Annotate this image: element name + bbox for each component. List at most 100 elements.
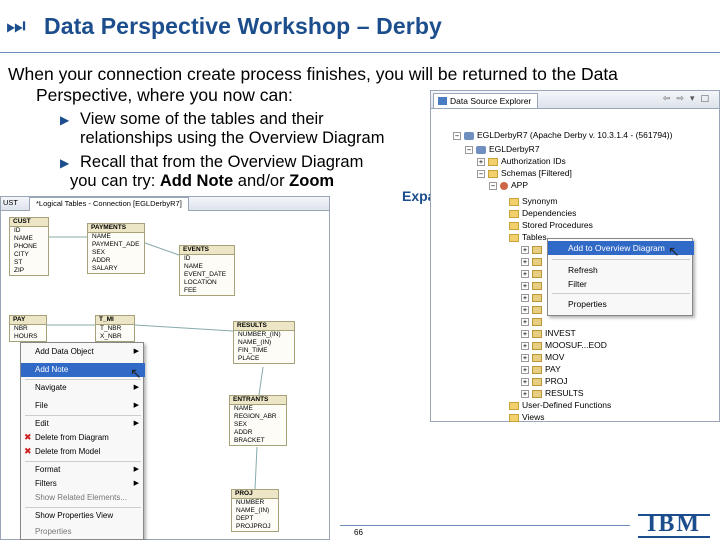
tree-label: EGLDerbyR7 (Apache Derby v. 10.3.1.4 - (… — [477, 130, 673, 140]
mouse-cursor-icon: ↖ — [130, 366, 142, 382]
expand-icon[interactable]: + — [521, 257, 529, 266]
menu-item-properties[interactable]: Properties — [21, 525, 145, 539]
table-row[interactable]: + — [521, 291, 545, 303]
menu-label: Navigate — [35, 383, 67, 392]
table-row[interactable]: + — [521, 315, 545, 327]
folder-icon — [509, 209, 519, 218]
folder-icon — [509, 221, 519, 230]
tree-item-tables[interactable]: Tables — [509, 231, 547, 243]
menu-item-format[interactable]: Format ▶ — [21, 463, 145, 477]
table-row-invest[interactable]: + INVEST — [521, 327, 576, 339]
zoom-emphasis: Zoom — [289, 172, 335, 190]
table-row-mov[interactable]: + MOV — [521, 351, 564, 363]
table-row[interactable]: + — [521, 279, 545, 291]
collapse-icon[interactable]: − — [489, 181, 497, 190]
folder-icon — [509, 401, 519, 410]
explorer-toolbar-icons[interactable]: ⇦⇨▾□ — [663, 94, 715, 104]
expand-icon[interactable]: + — [521, 245, 529, 254]
database-icon — [476, 145, 486, 154]
expand-icon[interactable]: + — [521, 305, 529, 314]
expand-icon[interactable]: + — [521, 281, 529, 290]
tree-item-auth-ids[interactable]: + Authorization IDs — [477, 155, 566, 167]
submenu-arrow-icon: ▶ — [133, 480, 139, 487]
expand-icon[interactable]: + — [521, 389, 529, 398]
tree-item-schemas[interactable]: − Schemas [Filtered] — [477, 167, 572, 179]
menu-label: Show Properties View — [35, 511, 114, 520]
tree-label: Synonym — [522, 196, 558, 206]
tab-data-source-explorer[interactable]: Data Source Explorer — [433, 93, 539, 108]
expand-icon[interactable]: + — [521, 269, 529, 278]
tree-item-views[interactable]: Views — [509, 411, 545, 423]
expand-icon[interactable]: + — [521, 317, 529, 326]
tab-label: Data Source Explorer — [450, 96, 532, 106]
menu-item-show-properties-view[interactable]: Show Properties View — [21, 509, 145, 523]
bullet-line: Recall that from the Overview Diagram — [80, 153, 364, 171]
table-row[interactable]: + — [521, 255, 545, 267]
expand-icon[interactable]: + — [521, 293, 529, 302]
menu-item-edit[interactable]: Edit ▶ — [21, 417, 145, 431]
page-number: 66 — [354, 528, 363, 537]
table-row[interactable]: + — [521, 267, 545, 279]
tree-item-stored-procedures[interactable]: Stored Procedures — [509, 219, 593, 231]
tree-item-dependencies[interactable]: Dependencies — [509, 207, 576, 219]
tree-label: Schemas [Filtered] — [501, 168, 572, 178]
title-bar: ⏭ Data Perspective Workshop – Derby — [0, 0, 720, 54]
collapse-icon[interactable]: − — [465, 145, 473, 154]
menu-item-delete-from-diagram[interactable]: ✖ Delete from Diagram — [21, 431, 145, 445]
table-row[interactable]: + — [521, 243, 545, 255]
tree-item-synonym[interactable]: Synonym — [509, 195, 557, 207]
bullet-line: View some of the tables and their — [80, 110, 324, 128]
database-icon — [464, 131, 474, 140]
menu-item-filter[interactable]: Filter — [548, 277, 694, 291]
table-icon — [532, 245, 542, 254]
table-row-results[interactable]: + RESULTS — [521, 387, 584, 399]
menu-separator — [552, 293, 690, 294]
expand-icon[interactable]: + — [521, 365, 529, 374]
tree-item-app[interactable]: − APP — [489, 179, 528, 191]
expand-icon[interactable]: + — [521, 353, 529, 362]
menu-item-file[interactable]: File ▶ — [21, 399, 145, 413]
table-row-proj[interactable]: + PROJ — [521, 375, 568, 387]
menu-label: Delete from Model — [35, 447, 101, 456]
menu-item-navigate[interactable]: Navigate ▶ — [21, 381, 145, 395]
explorer-header: Data Source Explorer ⇦⇨▾□ — [431, 91, 719, 109]
logo-text: IBM — [647, 511, 701, 537]
table-row-moosuf[interactable]: + MOOSUF...EOD — [521, 339, 607, 351]
tree-item-connection[interactable]: − EGLDerbyR7 (Apache Derby v. 10.3.1.4 - … — [453, 129, 672, 141]
bullet-view-tables: ▶ View some of the tables and their rela… — [60, 110, 420, 148]
table-row-pay[interactable]: + PAY — [521, 363, 561, 375]
expand-icon[interactable]: + — [521, 329, 529, 338]
menu-label: Edit — [35, 419, 49, 428]
menu-separator — [25, 507, 141, 508]
folder-icon — [509, 233, 519, 242]
table-icon — [532, 353, 542, 362]
menu-separator — [25, 461, 141, 462]
diagram-context-menu: Add Data Object ▶ Add Note Navigate ▶ File… — [20, 342, 145, 540]
table-row[interactable]: + — [521, 303, 545, 315]
menu-item-refresh[interactable]: Refresh — [548, 263, 694, 277]
menu-item-add-data-object[interactable]: Add Data Object ▶ — [21, 345, 145, 359]
collapse-icon[interactable]: − — [453, 131, 461, 140]
collapse-icon[interactable]: − — [477, 169, 485, 178]
tree-item-database[interactable]: − EGLDerbyR7 — [465, 143, 540, 155]
menu-item-add-note[interactable]: Add Note — [21, 363, 145, 377]
expand-icon[interactable]: + — [521, 377, 529, 386]
intro-line-1: When your connection create process fini… — [8, 64, 618, 84]
tree-label: User-Defined Functions — [522, 400, 612, 410]
expand-icon[interactable]: + — [477, 157, 485, 166]
menu-item-delete-from-model[interactable]: ✖ Delete from Model — [21, 445, 145, 459]
menu-item-properties[interactable]: Properties — [548, 297, 694, 311]
tree-item-udf[interactable]: User-Defined Functions — [509, 399, 611, 411]
menu-item-filters[interactable]: Filters ▶ — [21, 477, 145, 491]
expand-icon[interactable]: + — [521, 341, 529, 350]
tree-label: Authorization IDs — [501, 156, 566, 166]
menu-item-show-related-elements[interactable]: Show Related Elements... — [21, 491, 145, 505]
table-icon — [532, 257, 542, 266]
submenu-arrow-icon: ▶ — [133, 402, 139, 409]
delete-icon: ✖ — [24, 447, 32, 457]
tree-label: Stored Procedures — [522, 220, 593, 230]
folder-icon — [488, 169, 498, 178]
menu-label: Show Related Elements... — [35, 493, 128, 502]
table-icon — [532, 281, 542, 290]
tree-label: APP — [511, 180, 529, 190]
